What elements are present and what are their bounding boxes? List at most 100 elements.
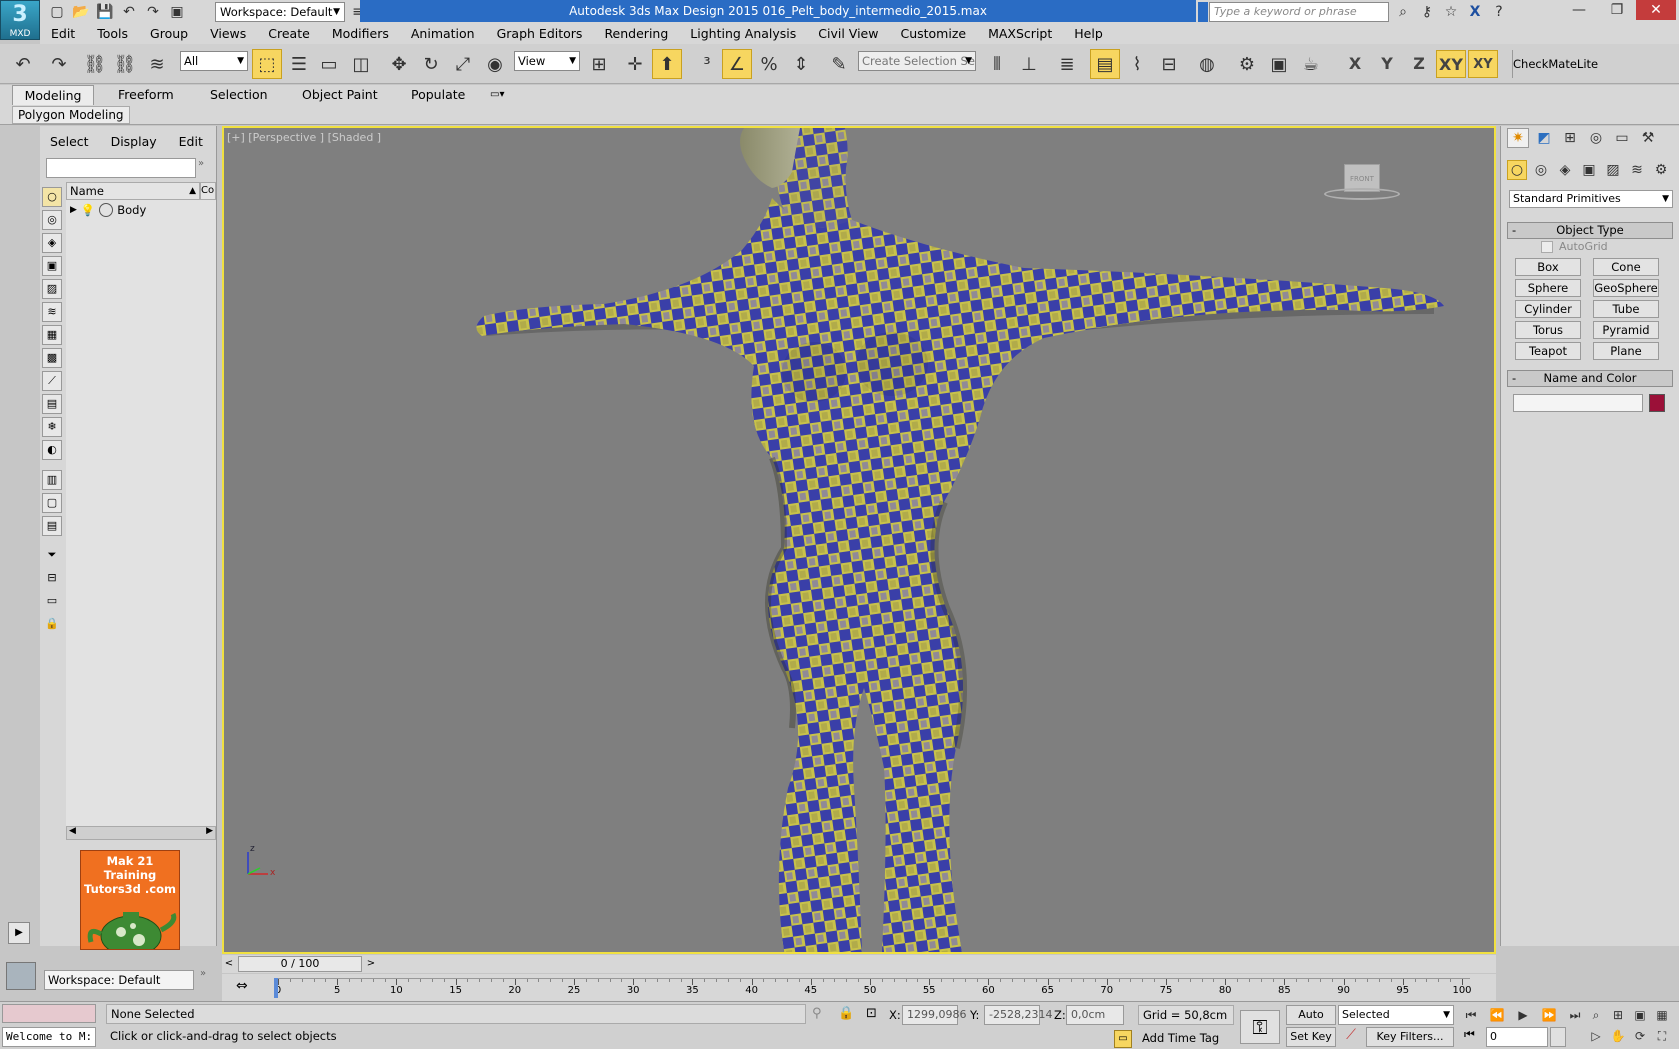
- zoom-extents-all-icon[interactable]: ▦: [1652, 1006, 1672, 1024]
- new-file-icon[interactable]: ▢: [46, 2, 68, 22]
- schematic-view-icon[interactable]: ⊟: [1154, 49, 1184, 79]
- key-mode-toggle-icon[interactable]: ⏮: [1464, 1027, 1475, 1042]
- x-coord-field[interactable]: 1299,0986: [902, 1005, 967, 1025]
- lights-category-icon[interactable]: ◈: [1555, 160, 1575, 180]
- open-file-icon[interactable]: 📂: [70, 2, 92, 22]
- add-time-tag[interactable]: Add Time Tag: [1142, 1031, 1219, 1045]
- edit-named-selection-icon[interactable]: ✎: [824, 49, 854, 79]
- curve-editor-mini-icon[interactable]: ⇔: [236, 978, 248, 994]
- object-color-swatch[interactable]: [1649, 394, 1665, 412]
- name-color-rollout[interactable]: - Name and Color: [1507, 370, 1673, 387]
- save-file-icon[interactable]: 💾: [94, 2, 116, 22]
- track-bar-ruler[interactable]: 0 5 10 15 20 25 30 35 40 45 50 55 60 65 70 75 80 85 90 95 10…: [274, 978, 1472, 998]
- axis-xy-cycle-button[interactable]: XY: [1468, 50, 1498, 78]
- viewport-layout-tab[interactable]: [6, 962, 36, 990]
- explorer-horizontal-scrollbar[interactable]: ◀ ▶: [66, 826, 216, 840]
- expand-explorer-icon[interactable]: ▶: [8, 922, 30, 944]
- geometry-filter-icon[interactable]: ○: [42, 187, 62, 207]
- time-configuration-icon[interactable]: [1550, 1027, 1566, 1047]
- absolute-mode-icon[interactable]: ⊡: [866, 1006, 877, 1021]
- render-production-icon[interactable]: ☕: [1296, 49, 1326, 79]
- material-editor-icon[interactable]: ◍: [1192, 49, 1222, 79]
- favorites-star-icon[interactable]: ☆: [1440, 2, 1462, 22]
- menu-maxscript[interactable]: MAXScript: [977, 24, 1063, 44]
- axis-x-button[interactable]: X: [1340, 50, 1370, 78]
- snaps-toggle-icon[interactable]: ³: [692, 49, 722, 79]
- helper-filter-icon[interactable]: ▨: [42, 279, 62, 299]
- container-filter-icon[interactable]: ▤: [42, 394, 62, 414]
- default-tangent-icon[interactable]: ⟋: [1338, 1027, 1364, 1047]
- selection-filter-dropdown[interactable]: All ▼: [180, 51, 248, 71]
- frozen-filter-icon[interactable]: ❄: [42, 417, 62, 437]
- maximize-viewport-icon[interactable]: ⛶: [1652, 1027, 1672, 1045]
- redo-icon[interactable]: ↷: [44, 49, 74, 79]
- zoom-icon[interactable]: ⌕: [1586, 1006, 1606, 1024]
- menu-rendering[interactable]: Rendering: [593, 24, 679, 44]
- cylinder-button[interactable]: Cylinder: [1515, 300, 1581, 318]
- key-filters-button[interactable]: Key Filters...: [1366, 1027, 1454, 1047]
- select-by-name-icon[interactable]: ☰: [284, 49, 314, 79]
- app-logo-button[interactable]: 3 MXD: [0, 0, 40, 40]
- tube-button[interactable]: Tube: [1593, 300, 1659, 318]
- autogrid-checkbox[interactable]: AutoGrid: [1541, 240, 1608, 253]
- group-filter-icon[interactable]: ▦: [42, 325, 62, 345]
- bone-filter-icon[interactable]: ⟋: [42, 371, 62, 391]
- geosphere-button[interactable]: GeoSphere: [1593, 279, 1659, 297]
- object-type-rollout[interactable]: - Object Type: [1507, 222, 1673, 239]
- mirror-icon[interactable]: ⫴: [982, 49, 1012, 79]
- key-mode-dropdown[interactable]: Selected ▼: [1338, 1005, 1454, 1025]
- binoculars-icon[interactable]: ⌕: [1392, 2, 1414, 22]
- character-mesh[interactable]: [224, 128, 1494, 952]
- undo-icon[interactable]: ↶: [8, 49, 38, 79]
- select-object-icon[interactable]: ⬚: [252, 49, 282, 79]
- select-manipulate-icon[interactable]: ✛: [620, 49, 650, 79]
- field-of-view-icon[interactable]: ▷: [1586, 1027, 1606, 1045]
- list-item[interactable]: ▶ 💡 Body: [66, 200, 216, 220]
- menu-edit[interactable]: Edit: [40, 24, 86, 44]
- prev-frame-arrow-icon[interactable]: <: [222, 956, 236, 972]
- bind-space-warp-icon[interactable]: ≋: [142, 49, 172, 79]
- shapes-category-icon[interactable]: ◎: [1531, 160, 1551, 180]
- explorer-extra-column-header[interactable]: Co: [200, 182, 216, 200]
- menu-tools[interactable]: Tools: [86, 24, 139, 44]
- torus-button[interactable]: Torus: [1515, 321, 1581, 339]
- key-icon[interactable]: ⚷: [1416, 2, 1438, 22]
- light-bulb-icon[interactable]: 💡: [81, 203, 95, 217]
- axis-y-button[interactable]: Y: [1372, 50, 1402, 78]
- menu-customize[interactable]: Customize: [889, 24, 977, 44]
- named-selection-dropdown[interactable]: Create Selection Se ▼: [858, 51, 976, 71]
- cameras-category-icon[interactable]: ▣: [1579, 160, 1599, 180]
- percent-snap-icon[interactable]: %: [754, 49, 784, 79]
- reference-coordinate-dropdown[interactable]: View ▼: [514, 51, 580, 71]
- spacewarp-filter-icon[interactable]: ≋: [42, 302, 62, 322]
- align-icon[interactable]: ⊥: [1014, 49, 1044, 79]
- pyramid-button[interactable]: Pyramid: [1593, 321, 1659, 339]
- funnel-icon[interactable]: ⏷: [42, 546, 62, 566]
- explorer-search-input[interactable]: [46, 158, 196, 178]
- track-bar[interactable]: ⇔ 0 5 10 15 20 25 30 35 40 45 50 55 60 65 70 75 80 85 90 95…: [222, 974, 1496, 1001]
- axis-z-button[interactable]: Z: [1404, 50, 1434, 78]
- current-frame-field[interactable]: 0: [1486, 1027, 1548, 1047]
- autogrid-checkbox-box[interactable]: [1541, 240, 1553, 253]
- maxscript-listener-pink[interactable]: [2, 1004, 96, 1023]
- keyboard-shortcut-override-icon[interactable]: ⬆: [652, 49, 682, 79]
- spinner-snap-icon[interactable]: ⇕: [786, 49, 816, 79]
- move-icon[interactable]: ✥: [384, 49, 414, 79]
- box-button[interactable]: Box: [1515, 258, 1581, 276]
- maximize-icon[interactable]: ❐: [1598, 0, 1636, 20]
- perspective-viewport[interactable]: [+] [Perspective ] [Shaded ] FRONT z x: [222, 126, 1496, 954]
- time-slider-thumb[interactable]: 0 / 100: [238, 956, 362, 972]
- select-and-link-icon[interactable]: ⛓: [80, 49, 110, 79]
- teapot-button[interactable]: Teapot: [1515, 342, 1581, 360]
- selection-lock-icon[interactable]: 🔒: [838, 1006, 854, 1021]
- display-none-icon[interactable]: ▢: [42, 493, 62, 513]
- motion-tab-icon[interactable]: ◎: [1585, 128, 1607, 148]
- polygon-modeling-panel[interactable]: Polygon Modeling: [12, 106, 130, 124]
- light-filter-icon[interactable]: ◈: [42, 233, 62, 253]
- rectangular-selection-icon[interactable]: ▭: [314, 49, 344, 79]
- explorer-expand-icon[interactable]: »: [198, 158, 204, 169]
- tab-selection[interactable]: Selection: [210, 85, 268, 105]
- explorer-menu-display[interactable]: Display: [111, 134, 157, 149]
- object-name-input[interactable]: [1513, 394, 1643, 412]
- hierarchy-tab-icon[interactable]: ⊞: [1559, 128, 1581, 148]
